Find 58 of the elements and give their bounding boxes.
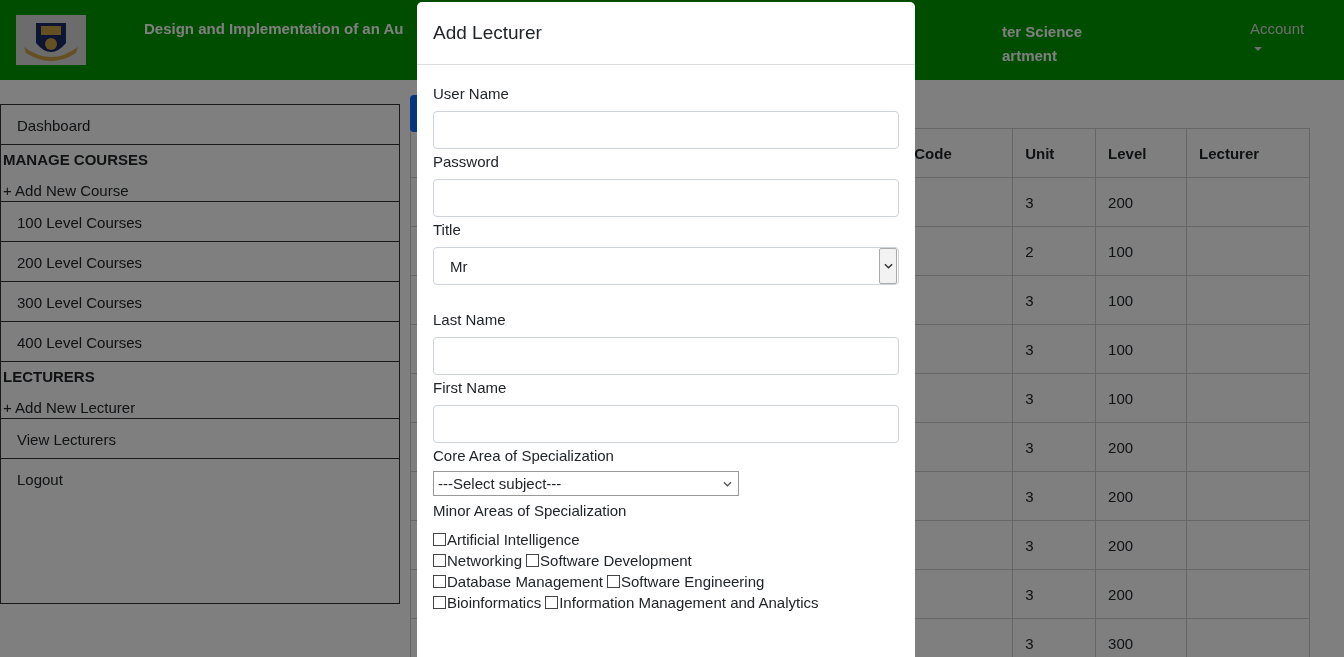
section-heading: MANAGE COURSES: [2, 150, 149, 170]
table-cell: 100: [1095, 324, 1187, 374]
table-cell: 2: [1012, 226, 1096, 276]
input-field[interactable]: [433, 405, 899, 443]
sidebar-item[interactable]: Dashboard: [1, 105, 399, 145]
sidebar-item[interactable]: 100 Level Courses: [1, 202, 399, 242]
table-cell: 200: [1095, 569, 1187, 619]
site-title: Design and Implementation of an Au: [144, 20, 405, 37]
checkbox-option[interactable]: Information Management and Analytics: [545, 594, 819, 611]
field-label: Title: [433, 221, 461, 238]
table-cell: 3: [1012, 324, 1096, 374]
table-cell: 3: [1012, 471, 1096, 521]
checkbox-option[interactable]: Software Development: [526, 552, 692, 569]
table-cell: 200: [1095, 177, 1187, 227]
field-label: Core Area of Specialization: [433, 447, 614, 464]
column-header: Level: [1095, 128, 1187, 178]
field-label: Minor Areas of Specialization: [433, 502, 627, 519]
dialog-title: Add Lecturer: [433, 22, 542, 44]
checkbox-option[interactable]: Software Engineering: [606, 573, 765, 590]
column-header: Lecturer: [1186, 128, 1310, 178]
site-title: ter Science: [1002, 22, 1083, 42]
input-field[interactable]: [433, 337, 899, 375]
table-cell: 100: [1095, 275, 1187, 325]
table-cell: 3: [1012, 422, 1096, 472]
table-cell: 3: [1012, 177, 1096, 227]
sidebar-item[interactable]: 400 Level Courses: [1, 322, 399, 362]
checkbox-option[interactable]: Bioinformatics: [433, 594, 542, 611]
title-select[interactable]: Mr: [433, 247, 899, 285]
sidebar-item[interactable]: + Add New Course: [1, 177, 399, 202]
column-header: Unit: [1012, 128, 1096, 178]
table-cell: 100: [1095, 226, 1187, 276]
checkbox-option[interactable]: Artificial Intelligence: [433, 531, 580, 548]
caret-icon: [1254, 47, 1262, 51]
sidebar-item[interactable]: 200 Level Courses: [1, 242, 399, 282]
table-cell: 3: [1012, 373, 1096, 423]
checkbox-option[interactable]: Database Management: [433, 573, 603, 590]
site-title: artment: [1002, 46, 1057, 66]
field-label: First Name: [433, 379, 507, 396]
crest-logo: [16, 15, 86, 65]
table-cell: 3: [1012, 275, 1096, 325]
table-cell: 3: [1012, 520, 1096, 570]
sidebar-item[interactable]: 300 Level Courses: [1, 282, 399, 322]
password-field[interactable]: [433, 179, 899, 217]
table-cell: 200: [1095, 422, 1187, 472]
sidebar-item[interactable]: View Lecturers: [1, 419, 399, 459]
field-label: Last Name: [433, 311, 506, 328]
logout-link[interactable]: Logout: [1, 459, 399, 498]
section-heading: LECTURERS: [2, 367, 96, 387]
sidebar-item[interactable]: + Add New Lecturer: [1, 394, 399, 419]
subject-select[interactable]: ---Select subject---: [433, 471, 739, 496]
table-cell: 200: [1095, 471, 1187, 521]
checkbox-option[interactable]: Networking: [433, 552, 523, 569]
table-cell: 200: [1095, 520, 1187, 570]
field-label: Password: [433, 153, 499, 170]
input-field[interactable]: [433, 111, 899, 149]
table-cell: 100: [1095, 373, 1187, 423]
field-label: User Name: [433, 85, 509, 102]
table-cell: 3: [1012, 569, 1096, 619]
